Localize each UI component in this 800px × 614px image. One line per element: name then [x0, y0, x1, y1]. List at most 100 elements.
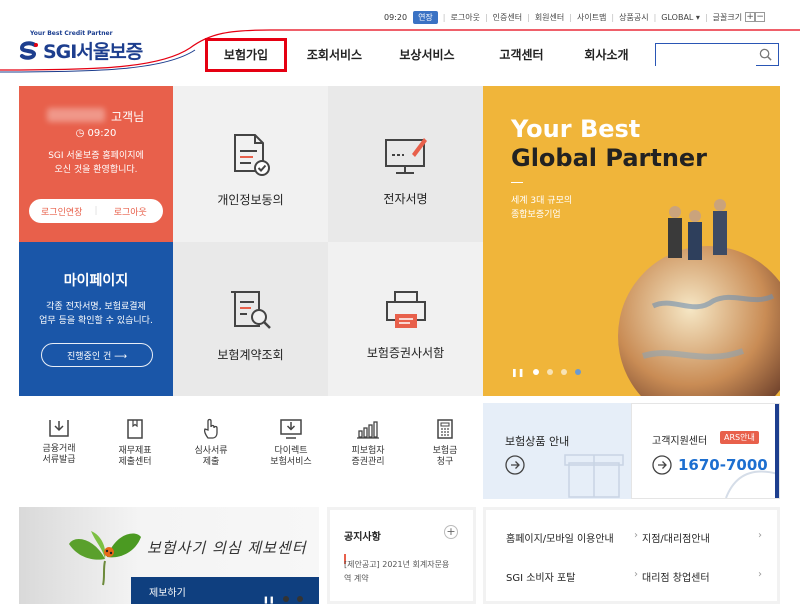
- mypage-desc: 각종 전자서명, 보험료결제 업무 등을 확인할 수 있습니다.: [39, 302, 153, 327]
- member-center-link[interactable]: 회원센터: [535, 12, 564, 23]
- links-panel: 홈페이지/모바일 이용안내 › 지점/대리점안내 › SGI 소비자 포탈 › 대리점…: [483, 507, 780, 604]
- chevron-right-icon: ›: [758, 530, 762, 541]
- logo-tagline: Your Best Credit Partner: [30, 30, 113, 37]
- fraud-report-button[interactable]: 제보하기: [149, 584, 186, 599]
- cert-center-link[interactable]: 인증센터: [493, 12, 522, 23]
- customer-support-card[interactable]: 고객지원센터 ARS안내 1670-7000: [631, 403, 780, 499]
- link-agency-startup[interactable]: 대리점 창업센터 ›: [642, 569, 762, 584]
- fraud-report-title: 보험사기 의심 제보센터: [147, 539, 307, 557]
- hand-pointer-icon: [203, 418, 218, 439]
- link-consumer-portal-label: SGI 소비자 포탈: [506, 573, 576, 584]
- welcome-text: SGI 서울보증 홈페이지에 오신 것을 환영합니다.: [48, 151, 144, 175]
- nav-compensation[interactable]: 보상서비스: [382, 38, 472, 72]
- customer-suffix: 고객님: [111, 110, 145, 124]
- quick-claim-label: 보험금 청구: [432, 446, 458, 468]
- product-disclosure-link[interactable]: 상품공시: [619, 12, 648, 23]
- document-icon: [127, 419, 143, 439]
- pause-icon[interactable]: ❚❚: [263, 596, 275, 604]
- pause-icon[interactable]: ❚❚: [511, 368, 524, 377]
- quick-financial-docs[interactable]: 금융거래 서류발급: [36, 418, 82, 467]
- chevron-right-icon: ›: [758, 569, 762, 580]
- hero-sub: 세계 3대 규모의 종합보증기업: [511, 196, 573, 221]
- product-info-card[interactable]: 보험상품 안내: [483, 403, 631, 499]
- in-progress-button[interactable]: 진행중인 건 ⟶: [41, 343, 153, 367]
- login-time: ◷ 09:20: [19, 128, 173, 139]
- hero-dot-3[interactable]: [560, 369, 567, 375]
- global-dropdown[interactable]: GLOBAL ▾: [661, 13, 700, 22]
- document-search-icon: [230, 290, 271, 329]
- quick-review-docs-label: 심사서류 제출: [194, 446, 228, 468]
- clock-icon: ◷: [75, 128, 85, 139]
- search-input[interactable]: [656, 46, 756, 67]
- hero-dot-4[interactable]: [574, 369, 581, 375]
- hero-line1: Your Best: [511, 115, 641, 143]
- monitor-download-icon: [280, 419, 302, 439]
- logo-text: SGI서울보증: [43, 41, 143, 63]
- notice-more-icon[interactable]: +: [444, 525, 458, 539]
- arrow-circle-icon[interactable]: [652, 455, 672, 475]
- link-branch-guide-label: 지점/대리점안내: [642, 534, 710, 545]
- mypage-panel[interactable]: 마이페이지 각종 전자서명, 보험료결제 업무 등을 확인할 수 있습니다. 진…: [19, 242, 173, 396]
- notice-title: 공지사항: [344, 532, 381, 543]
- extend-session-button[interactable]: 연장: [413, 10, 438, 24]
- tile-contract-inquiry[interactable]: 보험계약조회: [173, 242, 328, 396]
- fraud-dot-2[interactable]: [296, 596, 303, 602]
- logo[interactable]: Your Best Credit Partner SGI서울보증: [18, 30, 143, 64]
- arrow-circle-icon[interactable]: [505, 455, 525, 475]
- fraud-banner-pagination: ❚❚: [263, 587, 319, 614]
- blurred-username: [47, 108, 105, 122]
- download-tray-icon: [49, 420, 69, 437]
- quick-review-docs[interactable]: 심사서류 제출: [188, 418, 234, 469]
- quick-claim[interactable]: 보험금 청구: [424, 418, 466, 469]
- font-size-label: 글꼴크기: [712, 12, 743, 22]
- hero-dot-2[interactable]: [546, 369, 553, 375]
- tile-certificate-box[interactable]: 보험증권사서함: [328, 242, 483, 396]
- tile-privacy-consent[interactable]: 개인정보동의: [173, 86, 328, 242]
- nav-insurance-join[interactable]: 보험가입: [205, 38, 287, 72]
- session-time: 09:20: [384, 12, 408, 22]
- fraud-report-banner[interactable]: 보험사기 의심 제보센터 제보하기 ❚❚: [19, 507, 319, 604]
- hero-line2: Global Partner: [511, 144, 708, 172]
- gift-box-image: [564, 454, 624, 498]
- quick-financial-statements-label: 재무제표 제출센터: [118, 446, 152, 468]
- tile-e-signature-label: 전자서명: [383, 191, 428, 206]
- nav-customer-center[interactable]: 고객센터: [484, 38, 559, 72]
- ars-badge[interactable]: ARS안내: [720, 431, 759, 444]
- quick-financial-docs-label: 금융거래 서류발급: [42, 444, 76, 466]
- logout-link[interactable]: 로그아웃: [451, 12, 480, 23]
- hero-banner[interactable]: Your Best Global Partner 세계 3대 규모의 종합보증기…: [483, 86, 780, 396]
- font-decrease-button[interactable]: −: [755, 12, 766, 22]
- link-consumer-portal[interactable]: SGI 소비자 포탈 ›: [506, 569, 638, 584]
- bar-chart-icon: [357, 421, 379, 439]
- search-icon[interactable]: [759, 48, 772, 61]
- login-time-value: 09:20: [87, 128, 117, 139]
- link-branch-guide[interactable]: 지점/대리점안내 ›: [642, 530, 762, 545]
- quick-insured-certificate[interactable]: 피보험자 증권관리: [344, 418, 392, 469]
- nav-inquiry[interactable]: 조회서비스: [292, 38, 377, 72]
- quick-direct-insurance[interactable]: 다이렉트 보험서비스: [266, 418, 316, 469]
- link-agency-startup-label: 대리점 창업센터: [642, 573, 710, 584]
- nav-company[interactable]: 회사소개: [569, 38, 644, 72]
- link-homepage-guide[interactable]: 홈페이지/모바일 이용안내 ›: [506, 530, 638, 545]
- monitor-pen-icon: [384, 137, 427, 174]
- tile-e-signature[interactable]: 전자서명: [328, 86, 483, 242]
- hero-dot-1[interactable]: [532, 369, 539, 375]
- quick-financial-statements[interactable]: 재무제표 제출센터: [112, 418, 158, 469]
- notice-item[interactable]: [제안공고] 2021년 회계자문용 역 계약: [344, 558, 449, 585]
- utility-bar: 09:20 연장 | 로그아웃 | 인증센터 | 회원센터 | 사이트맵 | 상…: [384, 10, 766, 24]
- login-panel: 고객님 ◷ 09:20 SGI 서울보증 홈페이지에 오신 것을 환영합니다. …: [19, 86, 173, 242]
- tile-contract-inquiry-label: 보험계약조회: [217, 347, 284, 362]
- hero-pagination: ❚❚: [511, 360, 584, 379]
- quick-insured-certificate-label: 피보험자 증권관리: [351, 446, 385, 468]
- search-box: [655, 43, 779, 67]
- main-nav: 보험가입 조회서비스 보상서비스 고객센터 회사소개: [205, 38, 644, 72]
- logout-button[interactable]: 로그아웃: [98, 205, 163, 218]
- document-check-icon: [233, 133, 270, 176]
- quick-direct-insurance-label: 다이렉트 보험서비스: [270, 446, 312, 468]
- fraud-dot-1[interactable]: [282, 596, 289, 602]
- sitemap-link[interactable]: 사이트맵: [577, 12, 606, 23]
- login-extend-button[interactable]: 로그인연장: [29, 205, 94, 218]
- support-edge-bar: [775, 404, 779, 498]
- font-increase-button[interactable]: +: [745, 12, 756, 22]
- chevron-right-icon: ›: [634, 530, 638, 541]
